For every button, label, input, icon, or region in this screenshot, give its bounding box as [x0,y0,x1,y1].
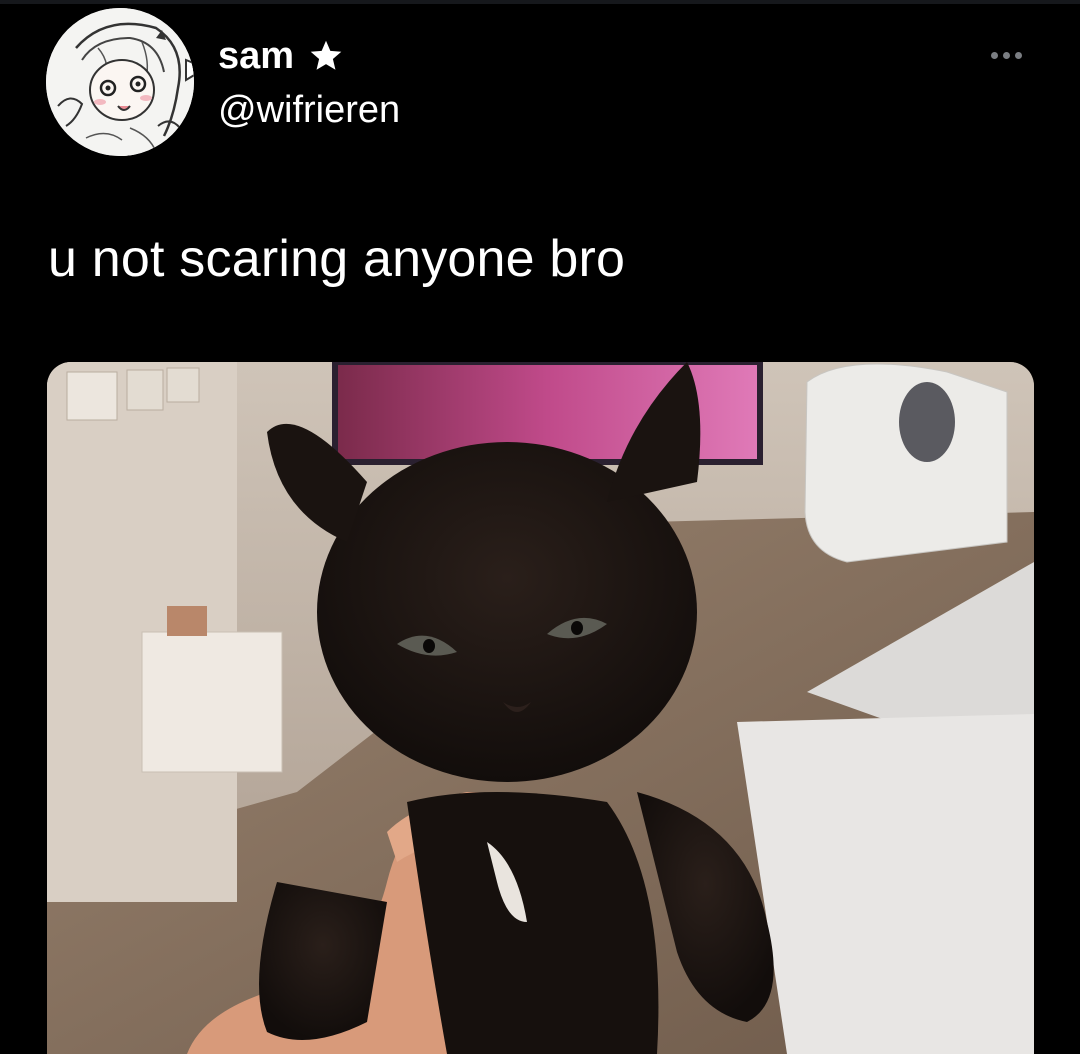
display-name[interactable]: sam [218,32,294,80]
user-info: sam @wifrieren [218,32,400,134]
user-handle[interactable]: @wifrieren [218,86,400,134]
tweet-text: u not scaring anyone bro [48,230,626,288]
display-name-row: sam [218,32,400,80]
photo-black-kitten-icon [47,362,1034,1054]
anime-sketch-avatar-icon [46,8,194,156]
tweet-card: sam @wifrieren u not scaring anyone bro [0,0,1080,1054]
more-dot [1002,51,1010,59]
tweet-photo[interactable] [47,362,1034,1054]
star-icon [308,38,344,74]
top-divider [0,0,1080,4]
more-dot [1014,51,1022,59]
more-options-icon[interactable] [976,40,1036,70]
more-dot [990,51,998,59]
user-avatar[interactable] [46,8,194,156]
